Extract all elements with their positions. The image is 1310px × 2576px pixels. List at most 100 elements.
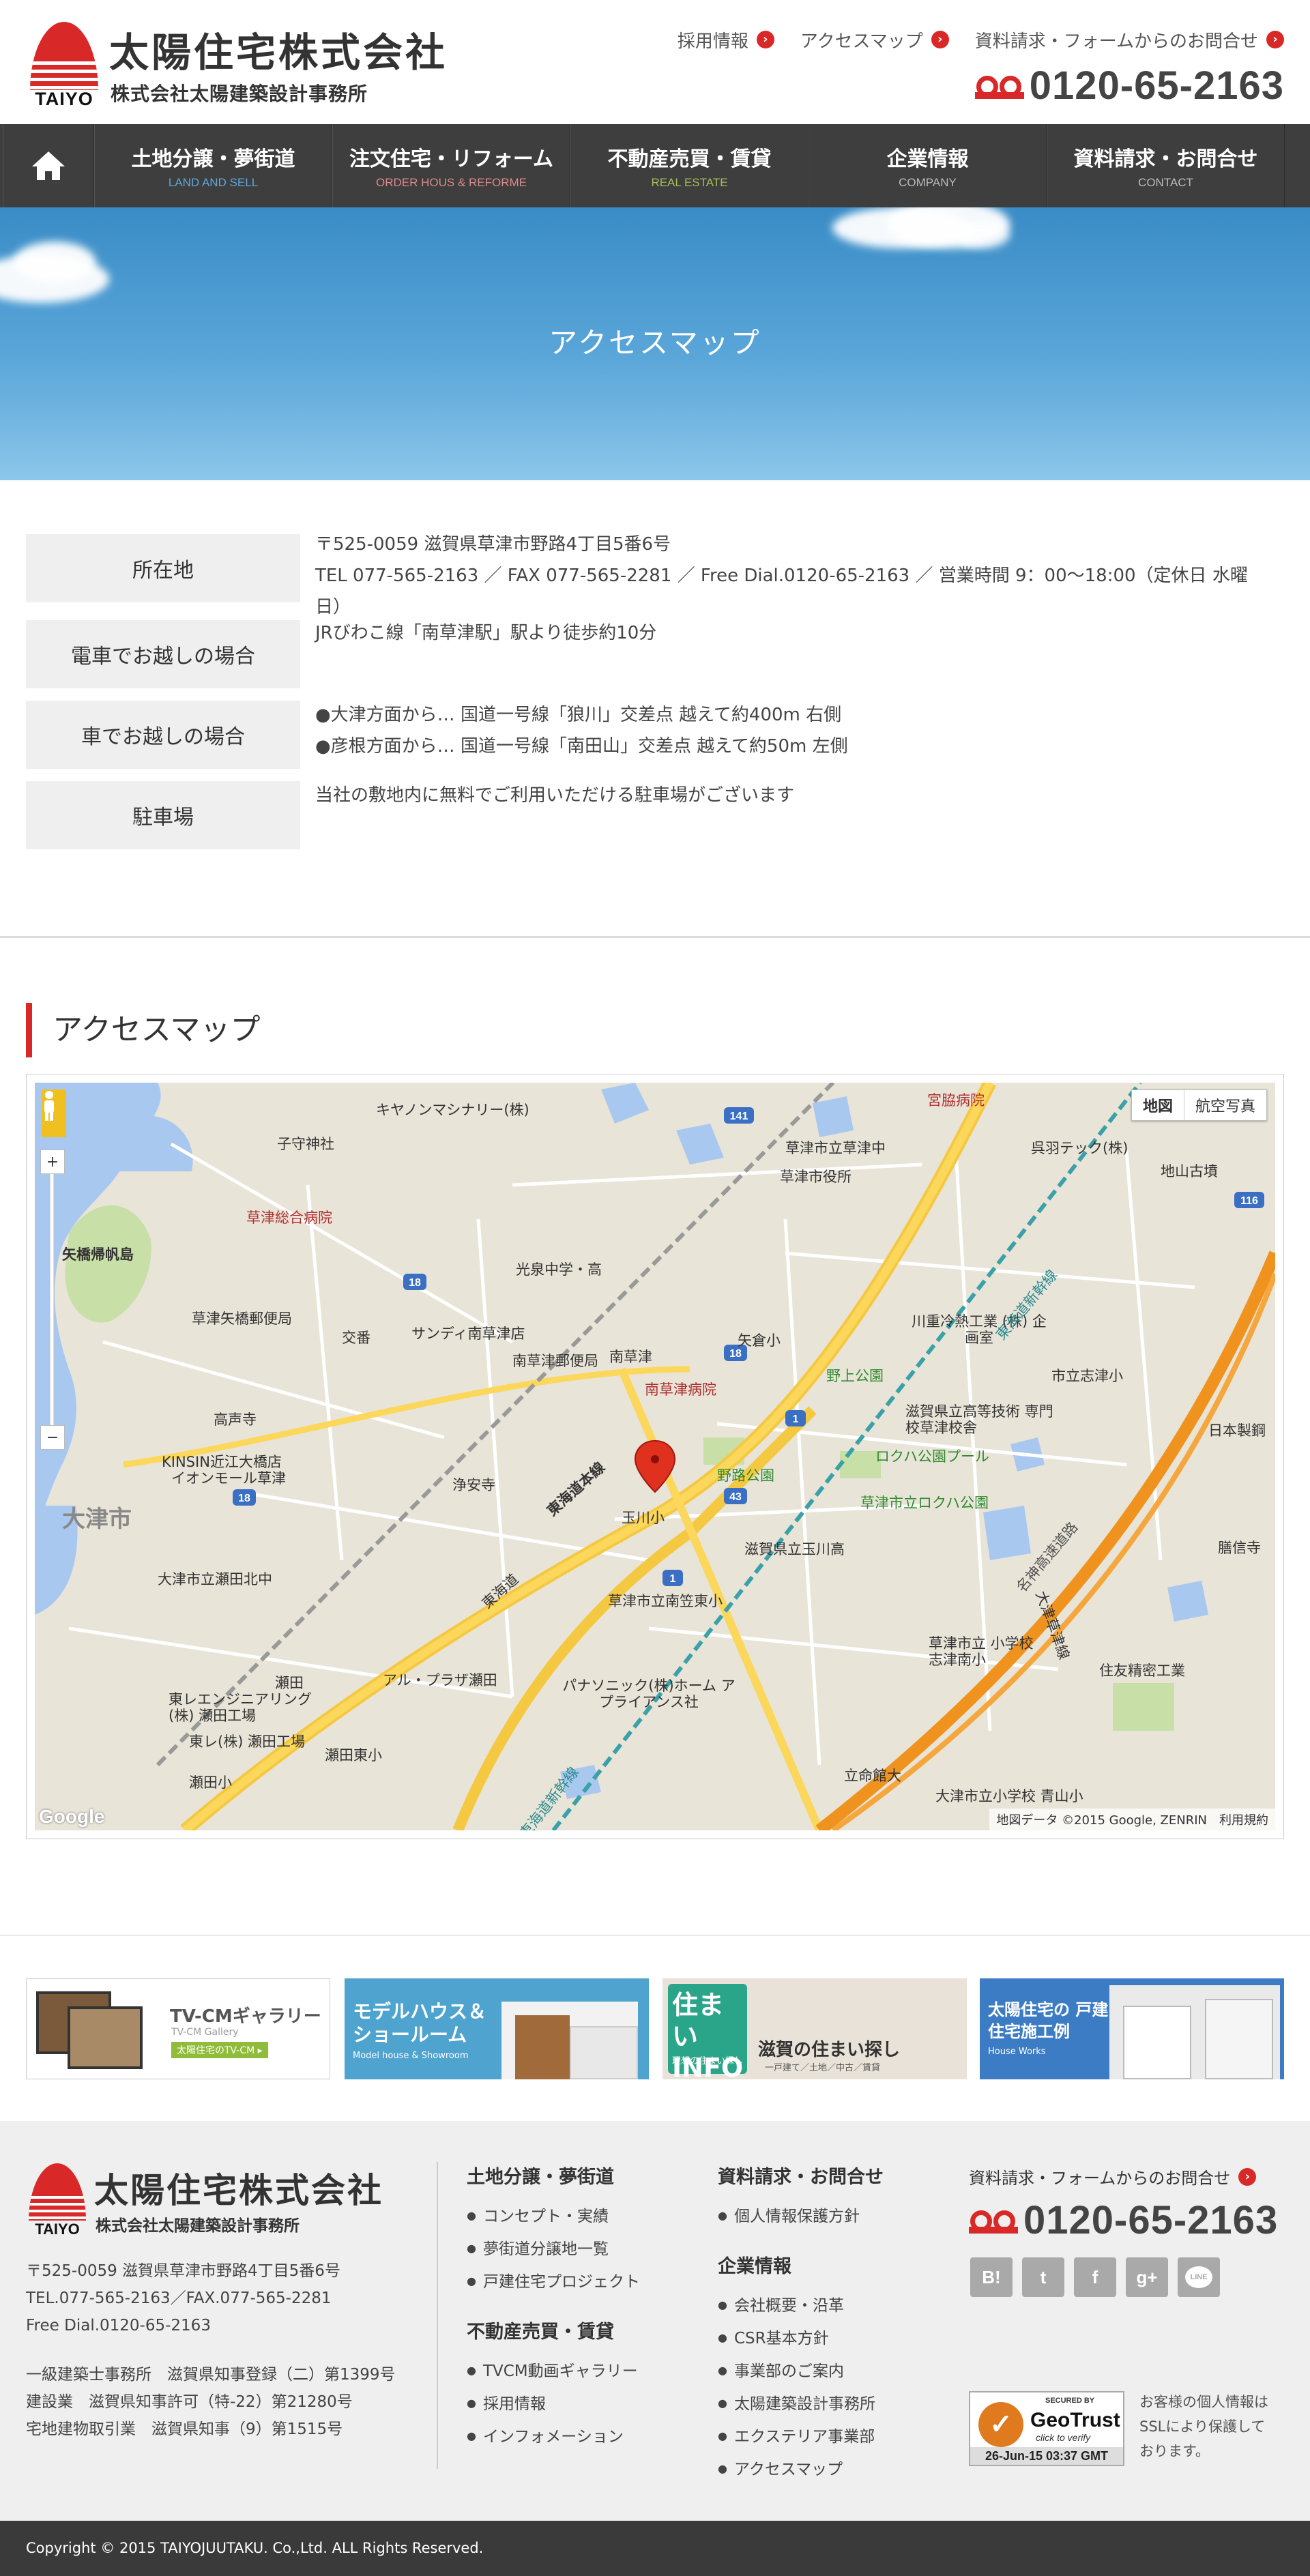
- banner-title: 太陽住宅の 戸建住宅施工例: [988, 2000, 1109, 2041]
- footer-link[interactable]: アクセスマップ: [718, 2454, 884, 2487]
- page-title: アクセスマップ: [549, 326, 761, 360]
- map-label: 立命館大: [844, 1768, 901, 1784]
- geotrust-seal[interactable]: ✓ SECURED BY GeoTrust click to verify 26…: [969, 2391, 1124, 2466]
- line-icon[interactable]: LINE: [1178, 2257, 1220, 2297]
- banner-house-works[interactable]: 太陽住宅の 戸建住宅施工例 House Works: [980, 1978, 1284, 2079]
- footer-heading[interactable]: 不動産売買・賃貸: [467, 2317, 640, 2343]
- header-phone[interactable]: 0120-65-2163: [974, 63, 1284, 108]
- banner-title: モデルハウス＆ ショールーム: [353, 2000, 487, 2046]
- footer-link[interactable]: 個人情報保護方針: [718, 2201, 884, 2234]
- site-logo[interactable]: TAIYO 太陽住宅株式会社 株式会社太陽建築設計事務所: [26, 20, 476, 109]
- banner-model-house[interactable]: モデルハウス＆ ショールーム Model house & Showroom: [345, 1978, 649, 2079]
- footer-link[interactable]: コンセプト・実績: [467, 2201, 640, 2234]
- footer-heading[interactable]: 土地分譲・夢街道: [467, 2162, 640, 2189]
- access-info-table: 所在地 〒525-0059 滋賀県草津市野路4丁目5番6号 TEL 077-56…: [26, 534, 1284, 862]
- info-line: 〒525-0059 滋賀県草津市野路4丁目5番6号: [315, 534, 671, 555]
- info-label: 駐車場: [26, 781, 300, 849]
- footer-contact-link[interactable]: 資料請求・フォームからのお問合せ ›: [969, 2165, 1257, 2189]
- global-nav: 土地分譲・夢街道 LAND AND SELL 注文住宅・リフォーム ORDER HO…: [0, 124, 1310, 207]
- footer-logo[interactable]: TAIYO 太陽住宅株式会社 株式会社太陽建築設計事務所: [26, 2163, 408, 2238]
- footer-link[interactable]: 採用情報: [467, 2388, 640, 2421]
- hatena-bookmark-icon[interactable]: B!: [970, 2257, 1013, 2297]
- nav-home[interactable]: [3, 124, 94, 207]
- street-view-pegman[interactable]: [42, 1089, 66, 1137]
- footer-link[interactable]: 戸建住宅プロジェクト: [467, 2266, 640, 2299]
- twitter-icon[interactable]: t: [1022, 2257, 1064, 2297]
- ssl-line: SSLにより保護して: [1139, 2418, 1266, 2435]
- top-link-contact[interactable]: 資料請求・フォームからのお問合せ ›: [975, 27, 1284, 52]
- nav-item-company[interactable]: 企業情報 COMPANY: [809, 124, 1047, 207]
- site-footer: TAIYO 太陽住宅株式会社 株式会社太陽建築設計事務所 〒525-0059 滋…: [0, 2121, 1310, 2521]
- top-link-access[interactable]: アクセスマップ ›: [800, 27, 949, 52]
- footer-link[interactable]: 夢街道分譲地一覧: [467, 2234, 640, 2266]
- nav-item-land[interactable]: 土地分譲・夢街道 LAND AND SELL: [94, 124, 332, 207]
- banner-tag: 太陽住宅のTV-CM ▸: [171, 2042, 268, 2058]
- banner-title: TV-CMギャラリー: [170, 2006, 321, 2027]
- google-map[interactable]: 18 18 1 43 1 18 141 116 + − 地図 航空写真 キヤノン…: [35, 1083, 1275, 1830]
- svg-text:1: 1: [793, 1414, 799, 1425]
- svg-text:1: 1: [670, 1573, 676, 1585]
- nav-item-contact[interactable]: 資料請求・お問合せ CONTACT: [1047, 124, 1285, 207]
- map-label: キヤノンマシナリー(株): [376, 1102, 529, 1118]
- footer-link[interactable]: インフォメーション: [467, 2421, 640, 2454]
- google-watermark: Google: [39, 1806, 105, 1827]
- map-label: 南草津病院: [645, 1381, 716, 1398]
- zoom-in-button[interactable]: +: [40, 1150, 65, 1174]
- geotrust-check-icon: ✓: [978, 2402, 1023, 2447]
- nav-item-realestate[interactable]: 不動産売買・賃貸 REAL ESTATE: [570, 124, 809, 207]
- top-link-recruit[interactable]: 採用情報 ›: [678, 27, 774, 52]
- footer-phone[interactable]: 0120-65-2163: [969, 2197, 1278, 2243]
- footer-link[interactable]: 太陽建築設計事務所: [718, 2388, 884, 2421]
- free-dial-icon: [974, 72, 1024, 100]
- logo-brand: TAIYO: [35, 89, 93, 109]
- map-label: 東レ(株) 瀬田工場: [189, 1733, 306, 1750]
- banner-sub: 理想の住まい探し: [672, 2056, 744, 2066]
- svg-text:141: 141: [730, 1111, 748, 1122]
- footer-address: 〒525-0059 滋賀県草津市野路4丁目5番6号 TEL.077-565-21…: [26, 2257, 340, 2339]
- map-label: 草津市立ロクハ公園: [860, 1495, 989, 1511]
- logo-brand: TAIYO: [35, 2221, 80, 2238]
- info-line: ●大津方面から… 国道一号線「狼川」交差点 越えて約400m 右側: [315, 705, 842, 725]
- footer-link[interactable]: CSR基本方針: [718, 2323, 884, 2356]
- map-type-map-button[interactable]: 地図: [1132, 1090, 1184, 1120]
- copyright: Copyright © 2015 TAIYOJUUTAKU. Co.,Ltd. …: [0, 2521, 1310, 2576]
- banner-strip: TV-CMギャラリー TV-CM Gallery 太陽住宅のTV-CM ▸ モデ…: [0, 1935, 1310, 2121]
- map-label: 大津市立小学校 青山小: [935, 1788, 1083, 1804]
- map-heading: アクセスマップ: [26, 1003, 260, 1057]
- map-credit[interactable]: 地図データ ©2015 Google, ZENRIN 利用規約: [989, 1809, 1275, 1830]
- banner-sub: TV-CM Gallery: [171, 2027, 239, 2038]
- map-label: 地山古墳: [1161, 1163, 1218, 1180]
- footer-heading[interactable]: 資料請求・お問合せ: [718, 2162, 884, 2189]
- footer-link[interactable]: エクステリア事業部: [718, 2421, 884, 2454]
- info-line: ●彦根方面から… 国道一号線「南田山」交差点 越えて約50m 左側: [315, 736, 848, 757]
- map-label: 呉羽テック(株): [1031, 1140, 1129, 1156]
- info-line: 当社の敷地内に無料でご利用いただける駐車場がございます: [315, 785, 795, 806]
- geotrust-click: click to verify: [1036, 2432, 1091, 2443]
- facebook-icon[interactable]: f: [1074, 2257, 1116, 2297]
- map-frame: 18 18 1 43 1 18 141 116 + − 地図 航空写真 キヤノン…: [26, 1074, 1284, 1839]
- footer-divider: [437, 2162, 438, 2469]
- footer-heading[interactable]: 企業情報: [718, 2251, 884, 2278]
- footer-link[interactable]: TVCM動画ギャラリー: [467, 2356, 640, 2388]
- svg-text:116: 116: [1240, 1195, 1258, 1207]
- license-line: 一級建築士事務所 滋賀県知事登録（二）第1399号: [26, 2366, 396, 2384]
- top-links: 採用情報 › アクセスマップ › 資料請求・フォームからのお問合せ ›: [678, 27, 1284, 52]
- map-label: 瀬田: [275, 1675, 304, 1691]
- nav-label: 企業情報: [886, 147, 969, 171]
- map-type-satellite-button[interactable]: 航空写真: [1184, 1090, 1266, 1120]
- ssl-notice: お客様の個人情報は SSLにより保護して おります。: [1139, 2390, 1268, 2463]
- banner-sumai-info[interactable]: 住まい INFO 理想の住まい探し 滋賀の住まい探し 一戸建て／土地／中古／賃貸: [663, 1978, 967, 2079]
- nav-sublabel: REAL ESTATE: [651, 176, 728, 189]
- footer-link[interactable]: 事業部のご案内: [718, 2356, 884, 2388]
- google-plus-icon[interactable]: g+: [1126, 2257, 1168, 2297]
- zoom-out-button[interactable]: −: [40, 1425, 65, 1450]
- map-label: 市立志津小: [1051, 1368, 1123, 1384]
- nav-sublabel: COMPANY: [899, 176, 957, 189]
- nav-item-order[interactable]: 注文住宅・リフォーム ORDER HOUS & REFORME: [332, 124, 570, 207]
- banner-tvcm[interactable]: TV-CMギャラリー TV-CM Gallery 太陽住宅のTV-CM ▸: [26, 1978, 330, 2079]
- company-sub-name: 株式会社太陽建築設計事務所: [96, 2217, 300, 2235]
- footer-licenses: 一級建築士事務所 滋賀県知事登録（二）第1399号 建設業 滋賀県知事許可（特-…: [26, 2361, 396, 2443]
- footer-link[interactable]: 会社概要・沿革: [718, 2290, 884, 2323]
- ssl-line: おります。: [1139, 2443, 1210, 2459]
- info-row-parking: 駐車場 当社の敷地内に無料でご利用いただける駐車場がございます: [26, 781, 1284, 849]
